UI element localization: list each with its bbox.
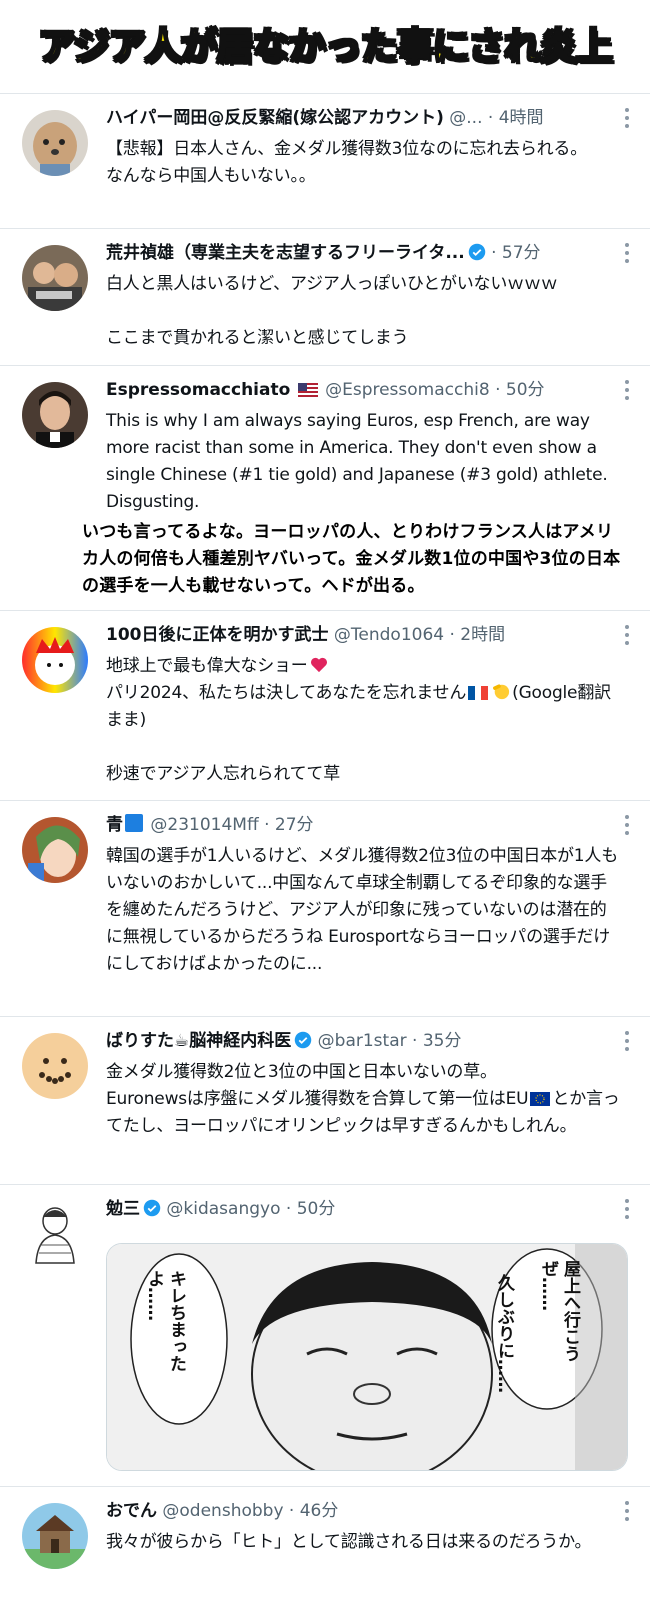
post-text: This is why I am always saying Euros, es… bbox=[106, 411, 613, 512]
post-text: 我々が彼らから「ヒト」として認識される日は来るのだろうか。 bbox=[106, 1532, 592, 1552]
post-header: Espressomacchiato @Espressomacchi8 · 50分 bbox=[106, 378, 622, 404]
post-header: 青 @231014Mff · 27分 bbox=[106, 813, 622, 839]
post-8[interactable]: おでん @odenshobby · 46分 我々が彼らから「ヒト」として認識され… bbox=[0, 1486, 650, 1616]
avatar[interactable] bbox=[22, 1503, 88, 1569]
more-options-icon[interactable] bbox=[624, 108, 630, 134]
post-text-line: パリ2024、私たちは決してあなたを忘れません bbox=[106, 683, 467, 703]
post-time[interactable]: · 50分 bbox=[495, 380, 544, 400]
red-heart-icon bbox=[310, 657, 327, 673]
author-handle[interactable]: @231014Mff bbox=[150, 815, 258, 835]
avatar[interactable] bbox=[22, 817, 88, 883]
post-6[interactable]: ばりすた☕脳神経内科医 @bar1star · 35分 金メダル獲得数2位と3位… bbox=[0, 1016, 650, 1184]
post-4[interactable]: 100日後に正体を明かす武士 @Tendo1064 · 2時間 地球上で最も偉大… bbox=[0, 610, 650, 800]
more-options-icon[interactable] bbox=[624, 815, 630, 841]
speech-bubble-right: 久しぶりに…… bbox=[494, 1274, 514, 1393]
post-text: 地球上で最も偉大なショー パリ2024、私たちは決してあなたを忘れません (Goo… bbox=[106, 653, 622, 788]
verified-badge-icon bbox=[295, 1031, 312, 1049]
post-text: 白人と黒人はいるけど、アジア人っぽいひとがいないｗｗｗ ここまで貫かれると潔いと… bbox=[106, 274, 558, 348]
post-1[interactable]: ハイパー岡田@反反緊縮(嫁公認アカウント) @... · 4時間 【悲報】日本人… bbox=[0, 93, 650, 228]
author-name[interactable]: 勉三 bbox=[106, 1199, 140, 1219]
verified-badge-icon bbox=[143, 1199, 161, 1217]
post-header: 勉三 @kidasangyo · 50分 bbox=[106, 1197, 622, 1223]
post-text-part: 金メダル獲得数2位と3位の中国と日本いないの草。 Euronewsは序盤にメダル… bbox=[106, 1062, 529, 1109]
post-time[interactable]: · 4時間 bbox=[488, 108, 544, 128]
banner-title: アジア人が居なかった事にされ炎上 bbox=[37, 24, 614, 69]
post-time[interactable]: · 46分 bbox=[289, 1501, 338, 1521]
post-2[interactable]: 荒井禎雄（専業主夫を志望するフリーライタ... · 57分 白人と黒人はいるけど… bbox=[0, 228, 650, 365]
more-options-icon[interactable] bbox=[624, 243, 630, 269]
post-text: 金メダル獲得数2位と3位の中国と日本いないの草。 Euronewsは序盤にメダル… bbox=[106, 1059, 622, 1140]
author-handle[interactable]: @Tendo1064 bbox=[334, 625, 444, 645]
translation-caption: いつも言ってるよな。ヨーロッパの人、とりわけフランス人はアメリカ人の何倍も人種差… bbox=[82, 522, 621, 596]
author-name[interactable]: おでん bbox=[106, 1501, 157, 1521]
post-header: 100日後に正体を明かす武士 @Tendo1064 · 2時間 bbox=[106, 623, 622, 649]
avatar[interactable] bbox=[22, 1201, 88, 1267]
post-header: ハイパー岡田@反反緊縮(嫁公認アカウント) @... · 4時間 bbox=[106, 106, 622, 132]
author-name[interactable]: 荒井禎雄（専業主夫を志望するフリーライタ... bbox=[106, 243, 465, 263]
attached-manga-image[interactable]: キレちまったよ…… 屋上へ行こうぜ…… 久しぶりに…… bbox=[106, 1243, 628, 1471]
us-flag-icon bbox=[297, 383, 318, 397]
post-3[interactable]: Espressomacchiato @Espressomacchi8 · 50分… bbox=[0, 365, 650, 610]
author-handle[interactable]: @... bbox=[449, 108, 482, 128]
salute-face-icon bbox=[493, 684, 510, 700]
avatar[interactable] bbox=[22, 110, 88, 176]
post-5[interactable]: 青 @231014Mff · 27分 韓国の選手が1人いるけど、メダル獲得数2位… bbox=[0, 800, 650, 1016]
post-text: 韓国の選手が1人いるけど、メダル獲得数2位3位の中国日本が1人もいないのおかしい… bbox=[106, 846, 619, 974]
verified-badge-icon bbox=[468, 243, 485, 261]
author-name[interactable]: ばりすた☕脳神経内科医 bbox=[106, 1031, 291, 1051]
post-time[interactable]: · 27分 bbox=[264, 815, 313, 835]
author-handle[interactable]: @kidasangyo bbox=[166, 1199, 280, 1219]
author-handle[interactable]: @odenshobby bbox=[162, 1501, 283, 1521]
post-time[interactable]: · 57分 bbox=[491, 243, 540, 263]
author-handle[interactable]: @Espressomacchi8 bbox=[325, 380, 490, 400]
blue-square-icon bbox=[125, 814, 143, 832]
post-text-line: 地球上で最も偉大なショー bbox=[106, 656, 308, 676]
avatar[interactable] bbox=[22, 245, 88, 311]
post-header: 荒井禎雄（専業主夫を志望するフリーライタ... · 57分 bbox=[106, 241, 622, 267]
post-header: ばりすた☕脳神経内科医 @bar1star · 35分 bbox=[106, 1029, 622, 1055]
post-header: おでん @odenshobby · 46分 bbox=[106, 1499, 622, 1525]
eu-flag-icon bbox=[530, 1092, 551, 1106]
author-handle[interactable]: @bar1star bbox=[318, 1031, 407, 1051]
post-time[interactable]: · 2時間 bbox=[450, 625, 506, 645]
post-text-line: 秒速でアジア人忘れられてて草 bbox=[106, 764, 341, 784]
author-name[interactable]: 100日後に正体を明かす武士 bbox=[106, 625, 329, 645]
speech-bubble-right: 屋上へ行こうぜ…… bbox=[538, 1260, 580, 1362]
timeline: ハイパー岡田@反反緊縮(嫁公認アカウント) @... · 4時間 【悲報】日本人… bbox=[0, 93, 650, 1616]
avatar[interactable] bbox=[22, 382, 88, 448]
post-text: 【悲報】日本人さん、金メダル獲得数3位なのに忘れ去られる。 なんなら中国人もいな… bbox=[106, 139, 588, 186]
author-name[interactable]: 青 bbox=[106, 815, 123, 835]
author-name[interactable]: ハイパー岡田@反反緊縮(嫁公認アカウント) bbox=[106, 108, 444, 128]
more-options-icon[interactable] bbox=[624, 1501, 630, 1527]
post-7[interactable]: 勉三 @kidasangyo · 50分 キレちまったよ…… 屋上へ行こうぜ…… bbox=[0, 1184, 650, 1486]
avatar[interactable] bbox=[22, 1033, 88, 1099]
more-options-icon[interactable] bbox=[624, 380, 630, 406]
more-options-icon[interactable] bbox=[624, 1199, 630, 1225]
author-name[interactable]: Espressomacchiato bbox=[106, 380, 290, 400]
post-time[interactable]: · 50分 bbox=[286, 1199, 335, 1219]
more-options-icon[interactable] bbox=[624, 1031, 630, 1057]
france-flag-icon bbox=[468, 686, 489, 700]
post-time[interactable]: · 35分 bbox=[412, 1031, 461, 1051]
more-options-icon[interactable] bbox=[624, 625, 630, 651]
banner: アジア人が居なかった事にされ炎上 bbox=[0, 0, 650, 88]
avatar[interactable] bbox=[22, 627, 88, 693]
speech-bubble-left: キレちまったよ…… bbox=[144, 1270, 186, 1372]
